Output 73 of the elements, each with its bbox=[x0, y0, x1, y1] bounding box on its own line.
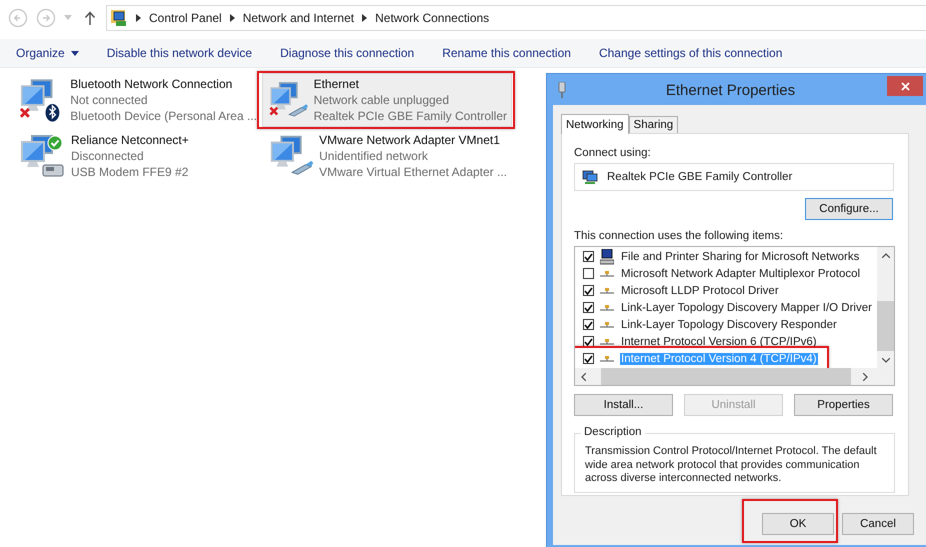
device-name: Bluetooth Device (Personal Area ... bbox=[70, 109, 257, 123]
scroll-left-icon[interactable] bbox=[581, 372, 586, 380]
dialog-title: Ethernet Properties bbox=[664, 81, 796, 99]
description-text: Transmission Control Protocol/Internet Protocol. The default wide area network protocol that provides communication across diverse interconnected networks. bbox=[585, 445, 878, 486]
tab[interactable]: Networking bbox=[561, 114, 629, 134]
protocol-icon bbox=[600, 354, 614, 362]
caret-icon bbox=[70, 50, 79, 56]
tab[interactable]: Sharing bbox=[628, 116, 678, 133]
connection-status: Network cable unplugged bbox=[314, 93, 450, 107]
computer-icon bbox=[600, 248, 614, 264]
chevron-icon[interactable] bbox=[362, 14, 368, 22]
device-name: USB Modem FFE9 #2 bbox=[71, 165, 189, 179]
scrollbar[interactable] bbox=[575, 368, 894, 385]
checkbox[interactable] bbox=[583, 353, 594, 364]
checkbox[interactable] bbox=[583, 336, 594, 347]
toolbar-button[interactable]: Disable this network device bbox=[96, 40, 262, 66]
toolbar-button[interactable]: Change settings of this connection bbox=[588, 40, 792, 66]
network-plug-icon bbox=[558, 82, 566, 98]
breadcrumb[interactable]: Network Connections bbox=[375, 10, 490, 24]
scroll-right-icon[interactable] bbox=[863, 372, 868, 380]
list-item[interactable]: Microsoft LLDP Protocol Driver bbox=[620, 284, 780, 296]
field-label: This connection uses the following items: bbox=[574, 229, 784, 243]
connection-name: Reliance Netconnect+ bbox=[71, 133, 189, 147]
adapter-name: Realtek PCIe GBE Family Controller bbox=[607, 171, 792, 183]
protocol-icon bbox=[600, 286, 614, 294]
connection-name: VMware Network Adapter VMnet1 bbox=[319, 133, 501, 147]
scrollbar[interactable] bbox=[877, 247, 894, 369]
device-name: VMware Virtual Ethernet Adapter ... bbox=[319, 165, 507, 179]
connection-tile[interactable]: VMware Network Adapter VMnet1 Unidentified network VMware Virtual Ethernet Adapter ... bbox=[262, 129, 512, 183]
connection-status: Disconnected bbox=[71, 149, 145, 163]
network-adapter-icon bbox=[582, 169, 598, 185]
field-label: Connect using: bbox=[574, 146, 652, 160]
list-item[interactable]: Link-Layer Topology Discovery Responder bbox=[620, 318, 838, 330]
configure-button[interactable]: Configure... bbox=[805, 198, 893, 220]
chevron-icon[interactable] bbox=[230, 14, 235, 22]
chevron-icon[interactable] bbox=[136, 14, 141, 22]
connection-name: Ethernet bbox=[314, 77, 360, 91]
list-item[interactable]: Microsoft Network Adapter Multiplexor Protocol bbox=[620, 268, 862, 280]
connection-status: Unidentified network bbox=[319, 149, 429, 163]
breadcrumb[interactable]: Control Panel bbox=[149, 10, 222, 24]
checkbox[interactable] bbox=[583, 285, 594, 296]
checkbox[interactable] bbox=[583, 302, 594, 313]
scroll-up-icon[interactable] bbox=[882, 253, 890, 258]
protocol-icon bbox=[600, 270, 614, 278]
device-name: Realtek PCIe GBE Family Controller bbox=[314, 109, 507, 123]
connection-status: Not connected bbox=[70, 93, 149, 107]
checkbox[interactable] bbox=[583, 319, 594, 330]
checkbox[interactable] bbox=[583, 251, 594, 262]
toolbar-button[interactable]: Organize bbox=[6, 40, 89, 66]
breadcrumb[interactable]: Network and Internet bbox=[242, 10, 354, 24]
connection-tile[interactable]: Bluetooth Network Connection Not connected Bluetooth Device (Personal Area ... bbox=[12, 73, 262, 127]
dialog-button[interactable]: Cancel bbox=[842, 513, 914, 535]
checkbox[interactable] bbox=[583, 268, 594, 279]
dialog-button[interactable]: OK bbox=[762, 513, 834, 535]
toolbar-button[interactable]: Rename this connection bbox=[432, 40, 581, 66]
close-button[interactable] bbox=[887, 76, 923, 96]
list-item[interactable]: Internet Protocol Version 6 (TCP/IPv6) bbox=[620, 336, 818, 348]
action-button[interactable]: Install... bbox=[574, 394, 673, 416]
action-button[interactable]: Properties bbox=[794, 394, 893, 416]
group-title: Description bbox=[581, 426, 645, 438]
address-bar[interactable]: Control Panel Network and Internet Network Connections bbox=[106, 4, 926, 30]
list-item[interactable]: File and Printer Sharing for Microsoft Networks bbox=[620, 250, 860, 262]
protocol-icon bbox=[600, 304, 614, 312]
toolbar-button[interactable]: Diagnose this connection bbox=[270, 40, 424, 66]
protocol-icon bbox=[600, 338, 614, 346]
control-panel-icon bbox=[110, 8, 128, 26]
scroll-down-icon[interactable] bbox=[882, 358, 890, 363]
connection-tile[interactable]: Reliance Netconnect+ Disconnected USB Modem FFE9 #2 bbox=[12, 129, 262, 183]
list-item[interactable]: Link-Layer Topology Discovery Mapper I/O Driver bbox=[620, 302, 873, 314]
connection-name: Bluetooth Network Connection bbox=[70, 77, 234, 91]
protocol-icon bbox=[600, 320, 614, 328]
up-arrow-icon[interactable] bbox=[84, 10, 96, 24]
close-icon bbox=[900, 82, 910, 90]
